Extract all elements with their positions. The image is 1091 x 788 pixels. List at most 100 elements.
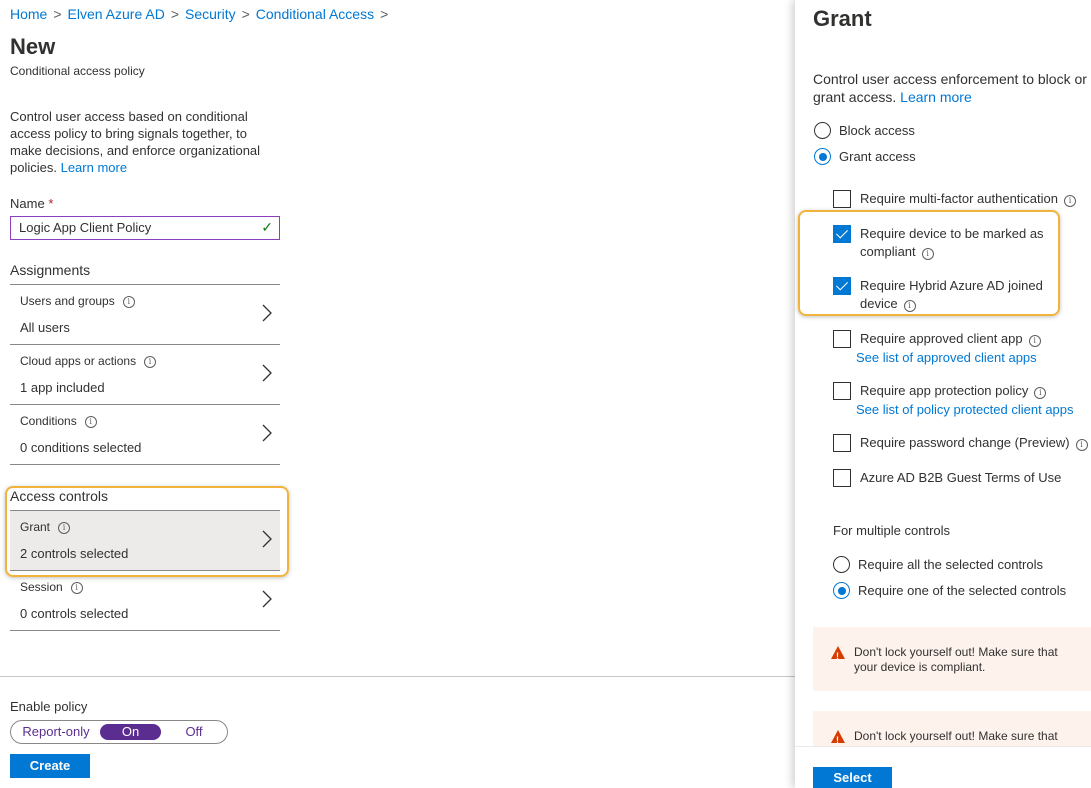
require-all-controls-option[interactable]: Require all the selected controls [833, 556, 1043, 573]
warning-text: Don't lock yourself out! Make sure that … [854, 645, 1058, 674]
radio-label: Block access [839, 123, 915, 138]
access-control-grant[interactable]: Grant i 2 controls selected [10, 510, 280, 571]
row-value: 0 controls selected [20, 606, 129, 621]
grant-description: Control user access enforcement to block… [813, 70, 1091, 106]
checkbox[interactable] [833, 330, 851, 348]
policy-name-input[interactable]: Logic App Client Policy ✓ [10, 216, 280, 240]
footer-divider [0, 676, 795, 677]
radio-button[interactable] [833, 556, 850, 573]
block-access-option[interactable]: Block access [814, 122, 915, 139]
description-text: Control user access based on conditional… [10, 109, 261, 175]
control-hybrid-joined[interactable]: Require Hybrid Azure AD joined device i [833, 277, 1053, 313]
row-label: Cloud apps or actions [20, 354, 137, 368]
control-password-change[interactable]: Require password change (Preview) i [833, 434, 1091, 452]
assignments-heading: Assignments [10, 262, 91, 278]
radio-label: Require one of the selected controls [858, 583, 1067, 598]
info-icon[interactable]: i [1075, 439, 1088, 451]
radio-label: Grant access [839, 149, 916, 164]
control-approved-client-app[interactable]: Require approved client app i See list of… [833, 330, 1073, 368]
assignment-cloud-apps[interactable]: Cloud apps or actions i 1 app included [10, 344, 280, 405]
control-label: Require multi-factor authentication [860, 191, 1058, 206]
checkbox[interactable] [833, 277, 851, 295]
row-label: Conditions [20, 414, 77, 428]
protected-client-apps-link[interactable]: See list of policy protected client apps [856, 401, 1074, 419]
row-value: 1 app included [20, 380, 105, 395]
checkbox[interactable] [833, 225, 851, 243]
control-label: Require password change (Preview) [860, 435, 1070, 450]
chevron-right-icon: > [380, 6, 389, 22]
grant-footer: Select [795, 746, 1091, 788]
radio-button[interactable] [814, 148, 831, 165]
grant-learn-more-link[interactable]: Learn more [900, 89, 972, 105]
radio-button[interactable] [833, 582, 850, 599]
access-controls-heading: Access controls [10, 488, 109, 504]
required-mark: * [48, 196, 54, 211]
policy-description: Control user access based on conditional… [10, 108, 275, 176]
page-subtitle: Conditional access policy [10, 64, 145, 78]
conditional-access-policy-blade: Home > Elven Azure AD > Security > Conditional… [0, 0, 795, 788]
checkbox[interactable] [833, 434, 851, 452]
info-icon[interactable]: i [144, 356, 157, 368]
breadcrumb-conditional-access[interactable]: Conditional Access [256, 6, 374, 22]
chevron-right-icon [262, 590, 272, 608]
radio-label: Require all the selected controls [858, 557, 1043, 572]
control-label: Require app protection policy [860, 383, 1029, 398]
learn-more-link[interactable]: Learn more [61, 160, 127, 175]
toggle-off[interactable]: Off [171, 724, 217, 740]
breadcrumb: Home > Elven Azure AD > Security > Conditional… [10, 6, 394, 22]
create-button[interactable]: Create [10, 754, 90, 778]
access-control-session[interactable]: Session i 0 controls selected [10, 570, 280, 631]
control-b2b-terms-of-use[interactable]: Azure AD B2B Guest Terms of Use [833, 469, 1073, 487]
chevron-right-icon: > [53, 6, 62, 22]
checkbox[interactable] [833, 469, 851, 487]
control-label: Require device to be marked as compliant [860, 226, 1044, 259]
toggle-on[interactable]: On [100, 724, 161, 740]
control-label: Require approved client app [860, 331, 1023, 346]
checkmark-icon: ✓ [261, 219, 273, 235]
warning-banner: ! Don't lock yourself out! Make sure tha… [813, 627, 1091, 691]
info-icon[interactable]: i [58, 522, 71, 534]
grant-access-option[interactable]: Grant access [814, 148, 916, 165]
info-icon[interactable]: i [70, 582, 83, 594]
breadcrumb-elven-azure-ad[interactable]: Elven Azure AD [68, 6, 165, 22]
info-icon[interactable]: i [84, 416, 97, 428]
info-icon[interactable]: i [1028, 335, 1041, 347]
warning-icon: ! [831, 646, 845, 661]
grant-blade: Grant Control user access enforcement to… [795, 0, 1091, 788]
info-icon[interactable]: i [903, 300, 916, 312]
row-value: All users [20, 320, 70, 335]
policy-name-value: Logic App Client Policy [19, 220, 152, 235]
radio-button[interactable] [814, 122, 831, 139]
control-mfa[interactable]: Require multi-factor authentication i [833, 190, 1091, 208]
chevron-right-icon: > [170, 6, 180, 22]
multiple-controls-label: For multiple controls [833, 523, 951, 538]
warning-icon: ! [831, 730, 845, 745]
row-label: Session [20, 580, 63, 594]
require-one-control-option[interactable]: Require one of the selected controls [833, 582, 1066, 599]
breadcrumb-home[interactable]: Home [10, 6, 47, 22]
assignment-conditions[interactable]: Conditions i 0 conditions selected [10, 404, 280, 465]
approved-client-apps-link[interactable]: See list of approved client apps [856, 349, 1037, 367]
info-icon[interactable]: i [122, 296, 135, 308]
control-label: Azure AD B2B Guest Terms of Use [860, 470, 1062, 485]
control-device-compliant[interactable]: Require device to be marked as compliant… [833, 225, 1053, 261]
info-icon[interactable]: i [1034, 387, 1047, 399]
chevron-right-icon [262, 364, 272, 382]
checkbox[interactable] [833, 382, 851, 400]
control-label: Require Hybrid Azure AD joined device [860, 278, 1043, 311]
chevron-right-icon [262, 304, 272, 322]
chevron-right-icon [262, 530, 272, 548]
select-button[interactable]: Select [813, 767, 892, 788]
grant-title: Grant [813, 6, 872, 31]
toggle-report-only[interactable]: Report-only [21, 724, 91, 740]
enable-policy-toggle: Report-only On Off [10, 720, 228, 744]
assignment-users-and-groups[interactable]: Users and groups i All users [10, 284, 280, 345]
breadcrumb-security[interactable]: Security [185, 6, 236, 22]
row-label: Users and groups [20, 294, 115, 308]
control-app-protection-policy[interactable]: Require app protection policy i See list … [833, 382, 1083, 420]
row-value: 2 controls selected [20, 546, 129, 561]
info-icon[interactable]: i [1064, 195, 1076, 207]
info-icon[interactable]: i [921, 248, 934, 260]
checkbox[interactable] [833, 190, 851, 208]
page-title: New [10, 34, 56, 59]
